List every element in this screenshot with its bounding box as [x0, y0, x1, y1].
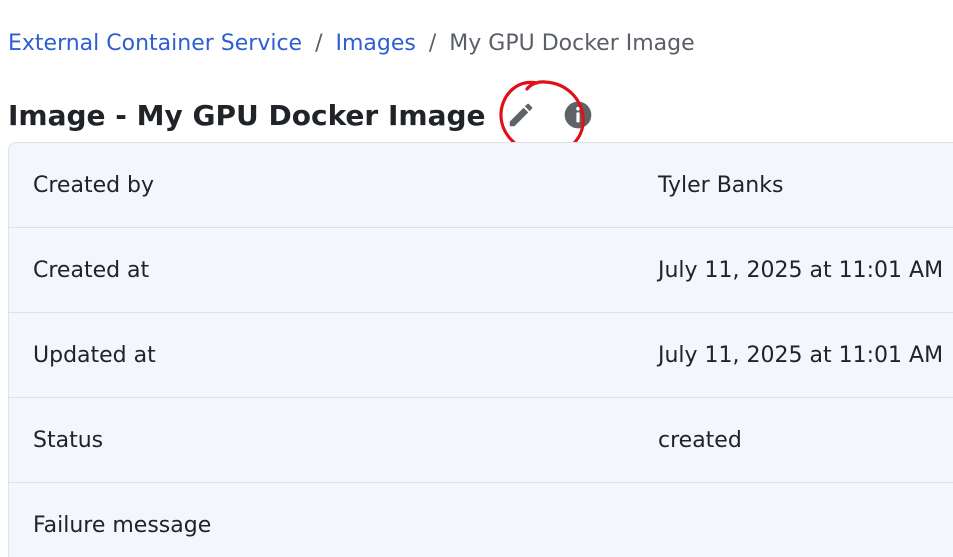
detail-row-status: Status created: [9, 398, 953, 483]
detail-label: Status: [33, 427, 104, 453]
detail-label: Created at: [33, 257, 150, 283]
detail-value: Tyler Banks: [658, 172, 784, 198]
detail-value: July 11, 2025 at 11:01 AM: [658, 257, 944, 283]
info-button[interactable]: [561, 98, 595, 132]
info-icon: [564, 101, 591, 129]
detail-row-created-at: Created at July 11, 2025 at 11:01 AM: [9, 228, 953, 313]
detail-row-updated-at: Updated at July 11, 2025 at 11:01 AM: [9, 313, 953, 398]
detail-row-failure-message: Failure message: [9, 483, 953, 557]
edit-button[interactable]: [504, 98, 538, 132]
breadcrumb-link-external-container-service[interactable]: External Container Service: [8, 31, 302, 56]
image-details-page: External Container Service / Images / My…: [0, 0, 953, 557]
detail-value: created: [658, 427, 742, 453]
detail-value: July 11, 2025 at 11:01 AM: [658, 342, 944, 368]
detail-label: Created by: [33, 172, 155, 198]
breadcrumb-current-page: My GPU Docker Image: [449, 30, 695, 56]
detail-label: Updated at: [33, 342, 156, 368]
title-row: Image - My GPU Docker Image: [8, 94, 595, 136]
breadcrumb-link-images[interactable]: Images: [336, 31, 416, 56]
breadcrumb-separator: /: [428, 30, 437, 56]
detail-row-created-by: Created by Tyler Banks: [9, 143, 953, 228]
details-card: Created by Tyler Banks Created at July 1…: [8, 142, 953, 557]
detail-label: Failure message: [33, 513, 212, 538]
breadcrumb: External Container Service / Images / My…: [8, 26, 695, 60]
pencil-icon: [509, 103, 532, 127]
breadcrumb-separator: /: [315, 30, 323, 56]
page-title: Image - My GPU Docker Image: [8, 98, 486, 132]
